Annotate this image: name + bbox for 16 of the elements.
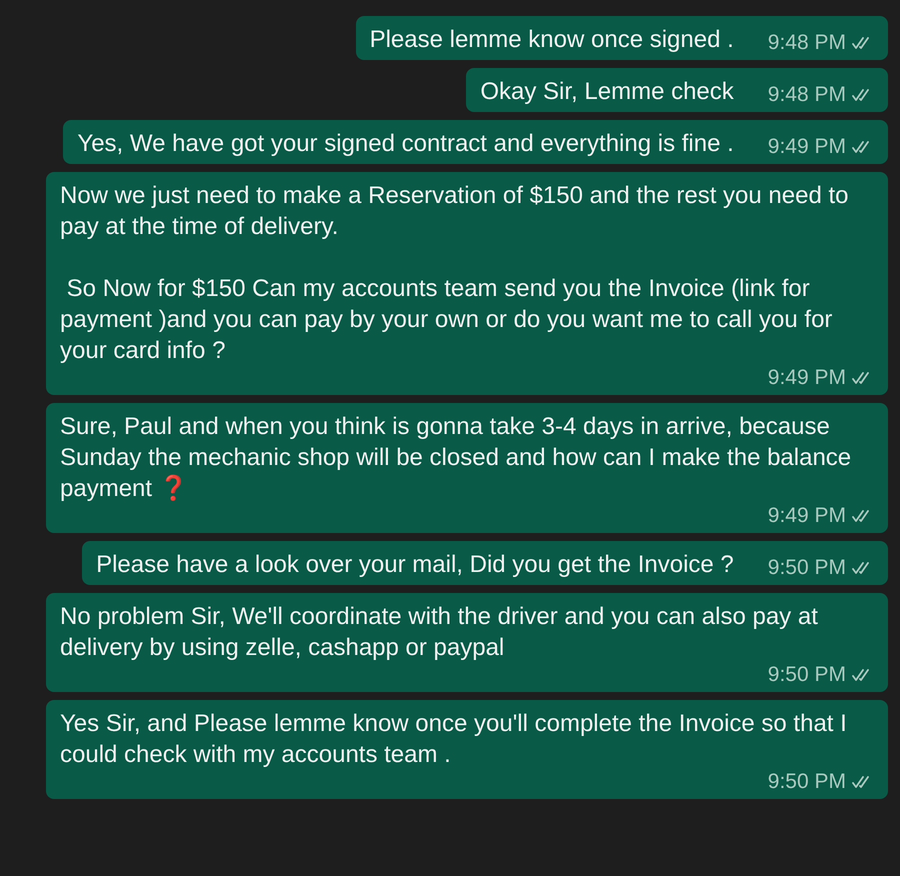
message-time: 9:49 PM [768,504,846,528]
message-text: Yes Sir, and Please lemme know once you'll complete the Invoice so that I could check with my accounts team . [60,709,848,770]
message-time: 9:50 PM [768,663,846,687]
message-time: 9:50 PM [768,770,846,794]
message-time: 9:48 PM [768,31,846,55]
message-time: 9:49 PM [768,135,846,159]
message-time: 9:49 PM [768,366,846,390]
message-text: No problem Sir, We'll coordinate with the driver and you can also pay at delivery by using zelle, cashapp or paypal [60,602,819,663]
message-text: Yes, We have got your signed contract and everything is fine . [77,129,734,159]
message-text: Sure, Paul and when you think is gonna take 3-4 days in arrive, because Sunday the mechanic shop will be closed and how can I make the balance payment ❓ [60,412,852,504]
message-text: Okay Sir, Lemme check [480,77,734,107]
message-text: Please have a look over your mail, Did you get the Invoice ? [96,550,734,580]
message-text: Now we just need to make a Reservation of $150 and the rest you need to pay at the time of delivery. So Now for $150 Can my accounts team send you the Invoice (link for payment )and you can pay by your own or do you want me to call you for your card info ? [60,181,850,366]
message-time: 9:50 PM [768,556,846,580]
message-time: 9:48 PM [768,83,846,107]
message-text: Please lemme know once signed . [370,25,734,55]
